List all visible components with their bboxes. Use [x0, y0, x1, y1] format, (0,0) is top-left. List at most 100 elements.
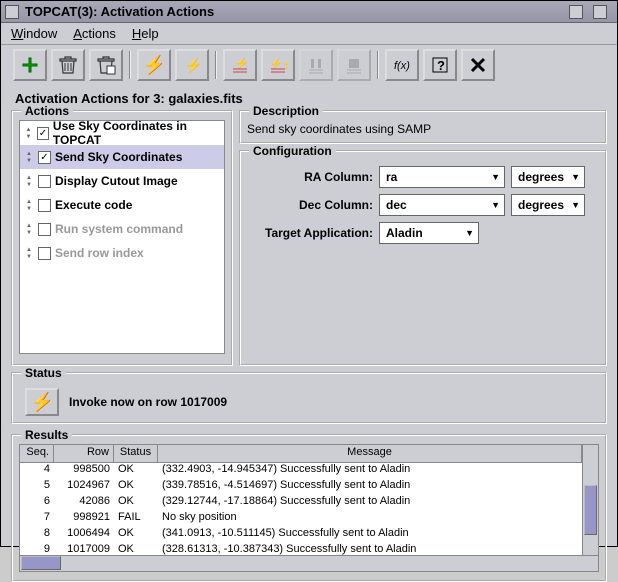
drag-handle-icon[interactable]	[24, 247, 34, 260]
drag-handle-icon[interactable]	[24, 199, 34, 212]
drag-handle-icon[interactable]	[24, 223, 34, 236]
target-app-select[interactable]: Aladin	[379, 222, 479, 244]
sysmenu-icon[interactable]	[5, 5, 19, 19]
status-text: Invoke now on row 1017009	[69, 395, 227, 409]
drag-handle-icon[interactable]	[24, 151, 34, 164]
col-seq[interactable]: Seq.	[20, 445, 54, 462]
cell-status: OK	[114, 495, 158, 511]
menu-help[interactable]: Help	[132, 26, 159, 41]
cell-seq: 5	[20, 479, 54, 495]
action-item[interactable]: Send row index	[20, 241, 224, 265]
toolbar: ⚡ ⚡⚡ ⚡ ⚡⚡ f(x) ?	[1, 45, 617, 85]
remove-action-button[interactable]	[51, 49, 85, 81]
parameters-button[interactable]: f(x)	[385, 49, 419, 81]
action-checkbox[interactable]	[38, 175, 51, 188]
scroll-thumb[interactable]	[21, 556, 61, 570]
help-button[interactable]: ?	[423, 49, 457, 81]
cell-seq: 9	[20, 543, 54, 555]
cell-status: OK	[114, 527, 158, 543]
action-item[interactable]: Display Cutout Image	[20, 169, 224, 193]
cell-row: 1017009	[54, 543, 114, 555]
target-app-label: Target Application:	[247, 226, 373, 240]
invoke-on-all-rows-button[interactable]: ⚡	[223, 49, 257, 81]
bolt-icon: ⚡	[143, 55, 165, 76]
svg-text:⚡: ⚡	[235, 57, 249, 70]
menu-window[interactable]: Window	[11, 26, 57, 41]
app-window: TOPCAT(3): Activation Actions Window Act…	[0, 0, 618, 547]
horizontal-scrollbar[interactable]	[19, 556, 599, 572]
menu-actions[interactable]: Actions	[73, 26, 116, 41]
actions-fieldset: Actions ✓ Use Sky Coordinates in TOPCAT …	[11, 110, 233, 366]
cell-seq: 6	[20, 495, 54, 511]
description-label: Description	[249, 104, 323, 118]
svg-text:⚡⚡: ⚡⚡	[185, 57, 202, 74]
invoke-button[interactable]: ⚡	[137, 49, 171, 81]
col-row[interactable]: Row	[54, 445, 114, 462]
vertical-scrollbar[interactable]	[582, 445, 598, 555]
table-row[interactable]: 51024967OK(339.78516, -4.514697) Success…	[20, 479, 582, 495]
invoke-now-button[interactable]: ⚡	[25, 388, 59, 416]
cell-row: 1006494	[54, 527, 114, 543]
action-item[interactable]: ✓ Use Sky Coordinates in TOPCAT	[20, 121, 224, 145]
remove-inactive-button[interactable]	[89, 49, 123, 81]
pause-button[interactable]	[299, 49, 333, 81]
status-fieldset: Status ⚡ Invoke now on row 1017009	[11, 372, 607, 424]
actions-label: Actions	[21, 104, 73, 118]
table-row[interactable]: 7998921FAILNo sky position	[20, 511, 582, 527]
cell-seq: 8	[20, 527, 54, 543]
maximize-button[interactable]	[593, 5, 607, 19]
actions-list[interactable]: ✓ Use Sky Coordinates in TOPCAT ✓ Send S…	[19, 120, 225, 354]
action-label: Display Cutout Image	[55, 174, 178, 188]
drag-handle-icon[interactable]	[24, 175, 34, 188]
configuration-label: Configuration	[249, 144, 336, 158]
action-label: Execute code	[55, 198, 132, 212]
table-row[interactable]: 91017009OK(328.61313, -10.387343) Succes…	[20, 543, 582, 555]
cell-seq: 4	[20, 463, 54, 479]
stop-button[interactable]	[337, 49, 371, 81]
action-item[interactable]: Execute code	[20, 193, 224, 217]
action-item[interactable]: ✓ Send Sky Coordinates	[20, 145, 224, 169]
invoke-all-button[interactable]: ⚡⚡	[175, 49, 209, 81]
menubar: Window Actions Help	[1, 23, 617, 45]
table-row[interactable]: 4998500OK(332.4903, -14.945347) Successf…	[20, 463, 582, 479]
dec-column-select[interactable]: dec	[379, 194, 505, 216]
invoke-all-on-all-rows-button[interactable]: ⚡⚡	[261, 49, 295, 81]
description-text: Send sky coordinates using SAMP	[247, 122, 599, 136]
table-row[interactable]: 81006494OK(341.0913, -10.511145) Success…	[20, 527, 582, 543]
add-action-button[interactable]	[13, 49, 47, 81]
description-fieldset: Description Send sky coordinates using S…	[239, 110, 607, 144]
action-label: Send row index	[55, 246, 144, 260]
window-title: TOPCAT(3): Activation Actions	[25, 4, 569, 19]
cell-row: 1024967	[54, 479, 114, 495]
ra-unit-select[interactable]: degrees	[511, 166, 585, 188]
col-status[interactable]: Status	[114, 445, 158, 462]
action-item[interactable]: Run system command	[20, 217, 224, 241]
svg-text:?: ?	[437, 58, 445, 73]
ra-column-select[interactable]: ra	[379, 166, 505, 188]
ra-column-label: RA Column:	[247, 170, 373, 184]
dec-column-label: Dec Column:	[247, 198, 373, 212]
cell-message: (341.0913, -10.511145) Successfully sent…	[158, 527, 582, 543]
close-button[interactable]	[461, 49, 495, 81]
drag-handle-icon[interactable]	[24, 127, 33, 140]
action-label: Send Sky Coordinates	[55, 150, 182, 164]
cell-row: 998500	[54, 463, 114, 479]
cell-message: No sky position	[158, 511, 582, 527]
cell-row: 42086	[54, 495, 114, 511]
svg-text:f(x): f(x)	[394, 60, 410, 72]
scroll-thumb[interactable]	[584, 485, 597, 535]
action-checkbox[interactable]	[38, 247, 51, 260]
action-checkbox[interactable]: ✓	[37, 127, 49, 140]
cell-status: FAIL	[114, 511, 158, 527]
dec-unit-select[interactable]: degrees	[511, 194, 585, 216]
table-row[interactable]: 642086OK(329.12744, -17.18864) Successfu…	[20, 495, 582, 511]
action-checkbox[interactable]	[38, 223, 51, 236]
minimize-button[interactable]	[569, 5, 583, 19]
col-message[interactable]: Message	[158, 445, 582, 462]
action-checkbox[interactable]: ✓	[38, 151, 51, 164]
results-table: Seq. Row Status Message 4998500OK(332.49…	[19, 444, 599, 556]
results-fieldset: Results Seq. Row Status Message 4998500O…	[11, 434, 607, 582]
action-checkbox[interactable]	[38, 199, 51, 212]
titlebar[interactable]: TOPCAT(3): Activation Actions	[1, 1, 617, 23]
svg-text:⚡⚡: ⚡⚡	[270, 57, 288, 70]
